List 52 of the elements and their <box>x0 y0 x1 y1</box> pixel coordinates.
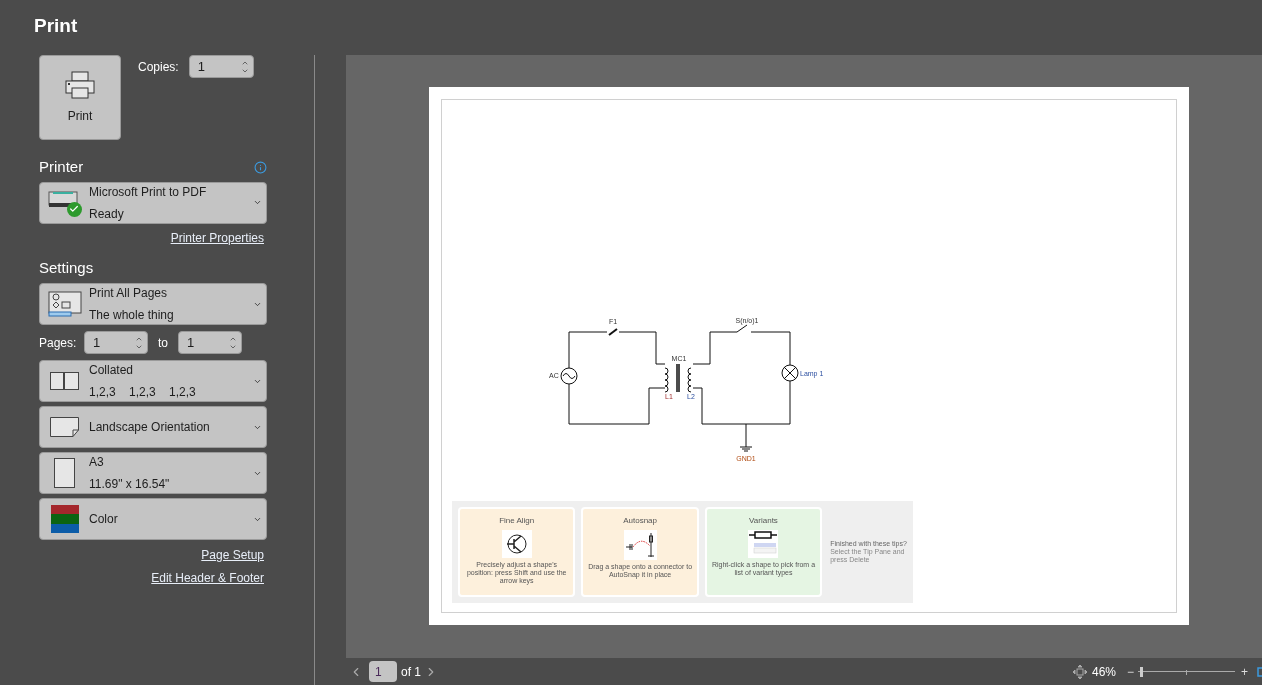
printer-icon <box>65 70 95 99</box>
pages-label: Pages: <box>39 334 78 352</box>
zoom-in-button[interactable]: + <box>1241 662 1248 681</box>
option-title: Print All Pages <box>89 285 169 302</box>
diagram-icon <box>47 291 82 317</box>
collate-icon <box>49 372 80 390</box>
color-stripes-icon <box>50 505 79 533</box>
print-button[interactable]: Print <box>39 55 121 140</box>
portrait-page-icon <box>53 458 76 488</box>
info-icon <box>254 160 267 174</box>
resistor-variants-icon <box>748 530 779 558</box>
settings-dropdown[interactable]: Landscape Orientation <box>39 406 267 448</box>
printer-properties-link[interactable]: Printer Properties <box>170 228 264 247</box>
printer-dropdown[interactable]: Microsoft Print to PDF Ready <box>39 181 267 224</box>
settings-dropdown[interactable]: Print All Pages The whole thing <box>39 283 267 325</box>
option-detail: 1,2,3 1,2,3 1,2,3 <box>89 384 197 401</box>
settings-dropdown[interactable]: Color <box>39 498 267 540</box>
tip-title: Autosnap <box>623 515 657 527</box>
option-title: A3 <box>89 454 105 471</box>
settings-heading: Settings <box>39 257 95 278</box>
zoom-percent: 46% <box>1091 663 1117 681</box>
to-label: to <box>158 334 168 352</box>
zoom-slider[interactable] <box>1138 666 1235 677</box>
page-title: Print <box>34 16 79 35</box>
page-number-field[interactable]: 1 <box>369 661 397 682</box>
landscape-page-icon <box>49 417 80 437</box>
settings-dropdown[interactable]: A3 11.69" x 16.54" <box>39 452 267 494</box>
chevron-down-icon <box>253 198 262 207</box>
printer-heading: Printer <box>39 157 84 177</box>
fit-window-icon[interactable] <box>1257 664 1262 679</box>
transistor-icon <box>501 530 532 558</box>
settings-dropdown[interactable]: Collated 1,2,3 1,2,3 1,2,3 <box>39 360 267 402</box>
fit-page-icon[interactable] <box>1072 664 1087 679</box>
page-count: of 1 <box>401 663 421 681</box>
printer-name: Microsoft Print to PDF <box>89 183 208 201</box>
connector-drawing <box>623 530 657 560</box>
page-from-field[interactable]: 1 <box>84 331 148 354</box>
tip-title: Fine Align <box>499 515 535 527</box>
zoom-out-button[interactable]: − <box>1126 662 1134 681</box>
copies-field[interactable]: 1 <box>188 55 254 78</box>
option-detail: The whole thing <box>89 307 175 324</box>
page-to-field[interactable]: 1 <box>178 331 242 354</box>
option-title: Collated <box>89 362 135 379</box>
option-title: Color <box>89 511 119 528</box>
zoom-thumb[interactable] <box>1139 666 1143 677</box>
copies-label: Copies: <box>138 58 179 76</box>
option-title: Landscape Orientation <box>89 419 211 436</box>
printer-status: Ready <box>89 205 125 223</box>
settings-link[interactable]: Page Setup <box>201 546 264 564</box>
option-detail: 11.69" x 16.54" <box>89 476 171 493</box>
settings-link[interactable]: Edit Header & Footer <box>151 569 264 587</box>
tip-title: Variants <box>749 515 778 527</box>
